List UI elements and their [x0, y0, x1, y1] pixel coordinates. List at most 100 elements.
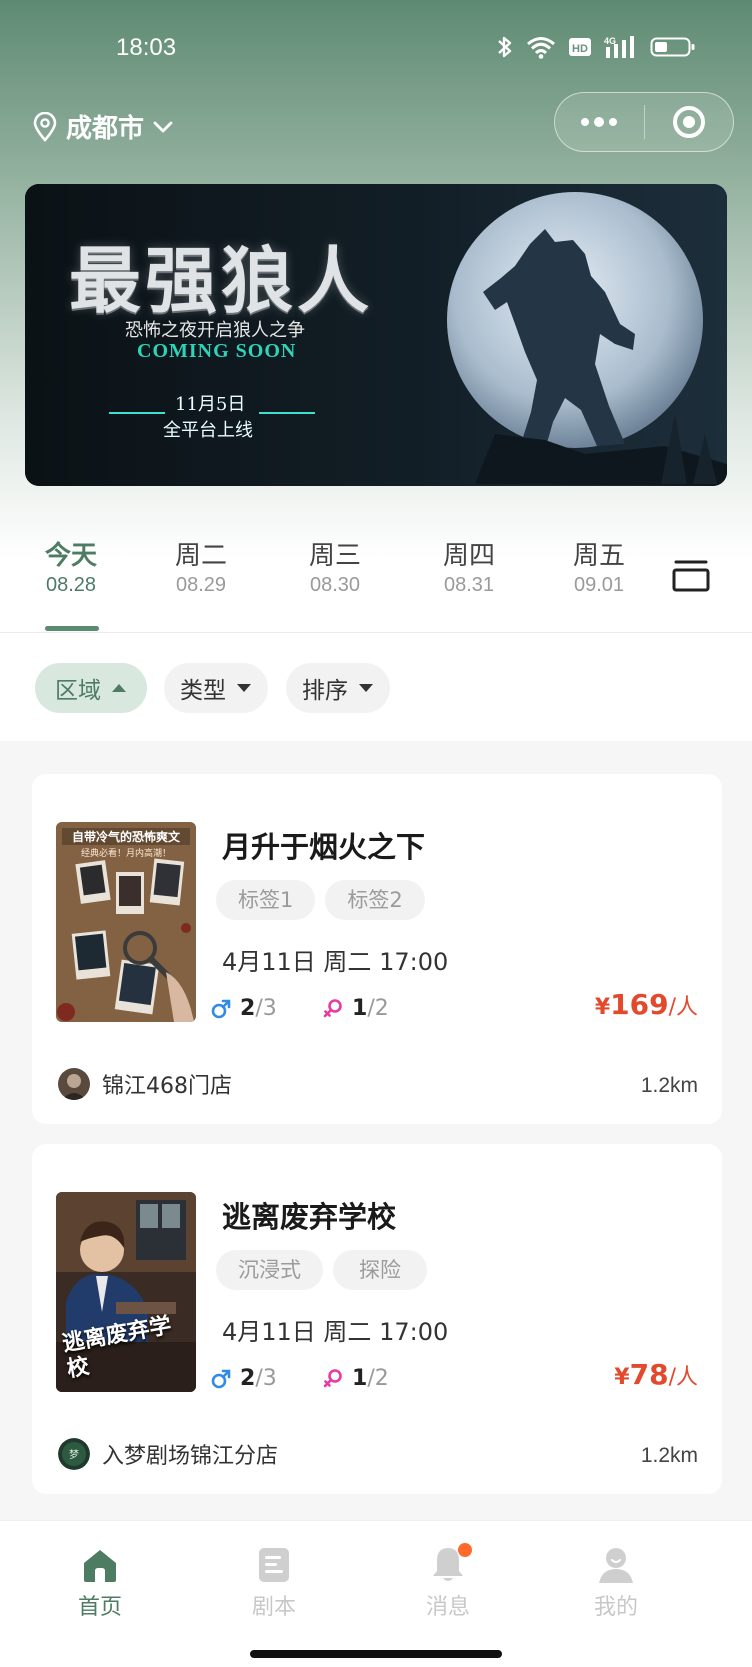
script-tag: 标签2 [325, 880, 425, 920]
store-link[interactable]: 锦江468门店 [58, 1068, 232, 1100]
caret-down-icon [359, 684, 373, 692]
script-title: 逃离废弃学校 [222, 1200, 397, 1234]
miniprogram-capsule [554, 92, 734, 152]
store-distance: 1.2km [640, 1444, 698, 1467]
store-name: 锦江468门店 [102, 1074, 232, 1099]
male-current: 2 [240, 1366, 256, 1391]
svg-text:HD: HD [572, 43, 588, 55]
script-card[interactable]: 逃离废弃学校 逃离废弃学校 沉浸式 探险 4月11日 周二 17:00 2/3 … [32, 1144, 722, 1494]
date-tab-day: 周五 [572, 541, 625, 571]
male-total: 3 [262, 1366, 277, 1391]
home-icon [80, 1545, 120, 1585]
tab-label: 消息 [425, 1595, 470, 1620]
signal-icon: 4G [604, 36, 634, 58]
bottom-tab-bar: 首页 剧本 消息 我的 [0, 1520, 752, 1667]
price-unit: /人 [668, 1365, 698, 1390]
filter-sort[interactable]: 排序 [286, 663, 390, 713]
bluetooth-icon [498, 36, 512, 58]
filter-label: 类型 [180, 678, 226, 704]
filter-label: 排序 [302, 678, 348, 704]
script-icon [254, 1545, 294, 1585]
script-poster: 逃离废弃学校 [56, 1192, 196, 1392]
date-tab-date: 09.01 [573, 574, 625, 596]
more-dots-icon [581, 117, 618, 127]
date-tab-day: 周二 [174, 541, 227, 571]
date-tab-date: 08.31 [443, 574, 495, 596]
script-title: 月升于烟火之下 [222, 830, 426, 864]
count-separator: / [255, 996, 263, 1021]
session-time: 4月11日 周二 17:00 [222, 1318, 449, 1346]
battery-icon [650, 37, 695, 57]
store-name: 入梦剧场锦江分店 [102, 1444, 279, 1469]
date-tab-day: 周三 [308, 541, 361, 571]
tab-label: 剧本 [251, 1595, 296, 1620]
poster-headline: 自带冷气的恐怖爽文 [62, 828, 190, 845]
date-tab-wed[interactable]: 周三 08.30 [280, 540, 390, 597]
date-tab-fri[interactable]: 周五 09.01 [544, 540, 654, 597]
female-current: 1 [352, 996, 368, 1021]
calendar-icon [672, 560, 710, 592]
banner-release-note: 全平台上线 [163, 420, 253, 441]
date-tab-day: 周四 [442, 541, 495, 571]
script-tag: 标签1 [216, 880, 316, 920]
tab-messages[interactable]: 消息 [388, 1543, 508, 1621]
price-amount: 78 [629, 1358, 669, 1391]
filter-region[interactable]: 区域 [35, 663, 147, 713]
close-miniprogram-button[interactable] [645, 92, 734, 152]
price: ¥ 169 /人 [595, 988, 698, 1021]
banner-release-line-left [109, 412, 165, 414]
calendar-button[interactable] [670, 558, 712, 594]
store-distance: 1.2km [640, 1074, 698, 1097]
caret-down-icon [237, 684, 251, 692]
date-tab-tue[interactable]: 周二 08.29 [146, 540, 256, 597]
male-icon [211, 999, 231, 1018]
hd-icon: HD [569, 38, 591, 56]
banner-coming-soon: COMING SOON [137, 340, 297, 362]
svg-text:梦: 梦 [69, 1449, 79, 1461]
city-selector[interactable]: 成都市 [32, 108, 174, 145]
female-total: 2 [374, 996, 389, 1021]
wifi-icon [527, 37, 555, 59]
female-icon [323, 998, 342, 1017]
date-tab-thu[interactable]: 周四 08.31 [414, 540, 524, 597]
poster-subline: 经典必看！月内高潮！ [80, 849, 171, 859]
script-tags: 沉浸式 探险 [216, 1250, 427, 1290]
city-label: 成都市 [66, 114, 145, 144]
count-separator: / [367, 996, 375, 1021]
header: 成都市 [0, 90, 752, 164]
unread-badge-dot [458, 1543, 472, 1557]
count-separator: / [255, 1366, 263, 1391]
promo-banner[interactable]: 最强狼人 恐怖之夜开启狼人之争 COMING SOON 11月5日 全平台上线 [25, 184, 727, 486]
home-indicator [250, 1650, 502, 1658]
banner-release-line-right [259, 412, 315, 414]
female-count: 1/2 [322, 996, 389, 1021]
script-tag: 探险 [333, 1250, 427, 1290]
price-currency: ¥ [594, 995, 611, 1020]
store-link[interactable]: 梦 入梦剧场锦江分店 [58, 1438, 278, 1470]
status-time: 18:03 [116, 34, 177, 61]
male-count: 2/3 [210, 996, 277, 1021]
tab-profile[interactable]: 我的 [556, 1545, 676, 1621]
active-tab-indicator [45, 626, 99, 631]
date-tab-date: 08.28 [45, 574, 97, 596]
status-icons: HD 4G [496, 34, 696, 60]
filter-label: 区域 [55, 678, 101, 704]
status-bar: 18:03 HD 4G [0, 0, 752, 96]
more-options-button[interactable] [555, 92, 644, 152]
price-amount: 169 [610, 988, 669, 1021]
script-poster: 自带冷气的恐怖爽文 经典必看！月内高潮！ [56, 822, 196, 1022]
female-total: 2 [374, 1366, 389, 1391]
price: ¥ 78 /人 [614, 1358, 698, 1391]
store-avatar [58, 1068, 90, 1100]
male-icon [211, 1369, 231, 1388]
female-icon [323, 1368, 342, 1387]
date-tab-day: 今天 [44, 541, 97, 571]
tab-script[interactable]: 剧本 [214, 1545, 334, 1621]
date-tab-today[interactable]: 今天 08.28 [16, 540, 126, 597]
tab-home[interactable]: 首页 [40, 1545, 160, 1621]
filter-type[interactable]: 类型 [164, 663, 268, 713]
date-tabs: 今天 08.28 周二 08.29 周三 08.30 周四 08.31 周五 0… [0, 530, 752, 634]
caret-up-icon [112, 684, 126, 692]
male-count: 2/3 [210, 1366, 277, 1391]
script-card[interactable]: 自带冷气的恐怖爽文 经典必看！月内高潮！ 月升于烟火之下 标签1 标签2 4月1… [32, 774, 722, 1124]
